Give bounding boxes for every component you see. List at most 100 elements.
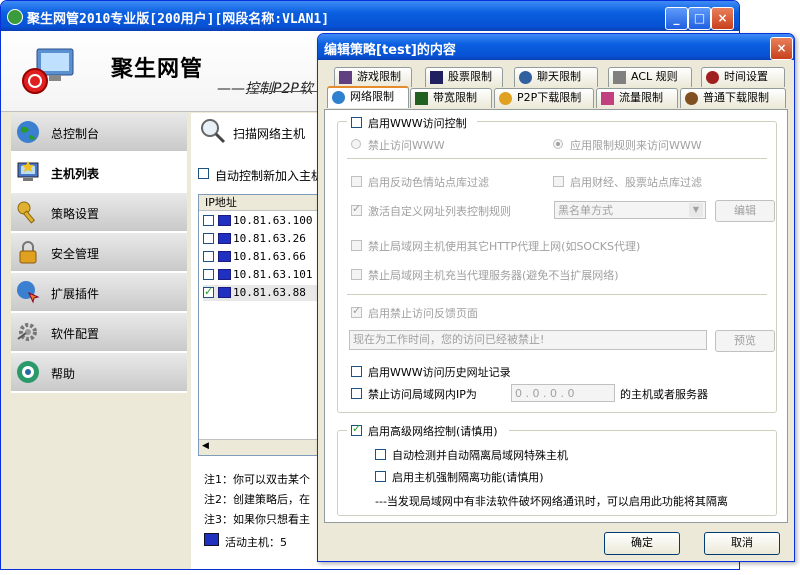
host-checkbox[interactable] <box>203 233 214 244</box>
table-row[interactable]: 10.81.63.26 <box>203 231 321 247</box>
brand-title: 聚生网管 <box>111 57 204 82</box>
proxy-server-ban-label: 禁止局域网主机充当代理服务器(避免不当扩展网络) <box>368 269 619 282</box>
sidebar-item-security[interactable]: 安全管理 <box>11 233 187 273</box>
tab-download[interactable]: 普通下载限制 <box>680 88 786 108</box>
sidebar-item-label: 软件配置 <box>51 327 100 341</box>
ip-list: IP地址 10.81.63.100 10.81.63.26 10.81.63.6… <box>198 194 322 456</box>
proxy-ban-label: 禁止局域网主机使用其它HTTP代理上网(如SOCKS代理) <box>368 240 641 253</box>
auto-control-checkbox[interactable] <box>198 168 209 179</box>
dialog-title: 编辑策略[test]的内容 <box>324 43 456 58</box>
tab-traffic[interactable]: 流量限制 <box>596 88 678 108</box>
table-row[interactable]: 10.81.63.66 <box>203 249 321 265</box>
anti-porn-label: 启用反动色情站点库过滤 <box>368 176 489 189</box>
sidebar-item-label: 帮助 <box>51 367 76 381</box>
tab-acl[interactable]: ACL 规则 <box>608 67 692 87</box>
force-isolate-checkbox[interactable] <box>375 471 386 482</box>
computer-icon <box>218 233 231 244</box>
maximize-button[interactable]: □ <box>688 7 711 30</box>
finance-filter-label: 启用财经、股票站点库过滤 <box>570 176 702 189</box>
host-ip: 10.81.63.26 <box>233 232 306 245</box>
ban-www-label: 禁止访问WWW <box>368 139 445 152</box>
sidebar-item-plugins[interactable]: 扩展插件 <box>11 273 187 313</box>
magnifier-icon <box>201 119 226 144</box>
chevron-down-icon[interactable]: ▼ <box>689 203 703 217</box>
sidebar-item-policy[interactable]: 策略设置 <box>11 193 187 233</box>
sidebar-item-host-list[interactable]: 主机列表 <box>11 153 187 193</box>
table-row[interactable]: 10.81.63.100 <box>203 213 321 229</box>
edit-button[interactable]: 编辑 <box>715 200 775 222</box>
lock-icon <box>19 241 37 264</box>
table-row[interactable]: 10.81.63.88 <box>203 284 321 301</box>
auto-detect-checkbox[interactable] <box>375 449 386 460</box>
sidebar-item-console[interactable]: 总控制台 <box>11 113 187 153</box>
tab-stock[interactable]: 股票限制 <box>425 67 503 87</box>
divider <box>347 294 767 295</box>
host-checkbox[interactable] <box>203 269 214 280</box>
ban-www-radio[interactable] <box>351 139 361 149</box>
host-checkbox[interactable] <box>203 215 214 226</box>
bandwidth-icon <box>415 92 428 105</box>
feedback-label: 启用禁止访问反馈页面 <box>368 307 478 320</box>
edit-policy-dialog: 编辑策略[test]的内容 × 游戏限制 股票限制 聊天限制 ACL 规则 时间… <box>317 33 795 562</box>
dialog-titlebar[interactable]: 编辑策略[test]的内容 × <box>318 34 794 60</box>
feedback-checkbox[interactable] <box>351 304 362 318</box>
custom-list-label: 激活自定义网址列表控制规则 <box>368 205 511 218</box>
scan-hosts-link[interactable]: 扫描网络主机 <box>233 125 305 142</box>
close-button[interactable]: × <box>711 7 734 30</box>
note-1: 注1：你可以双击某个 <box>204 473 310 486</box>
horizontal-scrollbar[interactable]: ◀ <box>199 439 321 455</box>
computer-icon <box>218 269 231 280</box>
host-ip: 10.81.63.88 <box>233 286 306 299</box>
divider <box>347 158 767 159</box>
preview-button[interactable]: 预览 <box>715 330 775 352</box>
network-icon <box>332 91 345 104</box>
key-icon <box>17 201 36 224</box>
proxy-ban-checkbox[interactable] <box>351 240 362 251</box>
isolate-note: ---当发现局域网中有非法软件破坏网络通讯时，可以启用此功能将其隔离 <box>375 495 728 508</box>
host-checkbox[interactable] <box>203 251 214 262</box>
sidebar-item-label: 主机列表 <box>51 167 100 181</box>
tab-p2p[interactable]: P2P下载限制 <box>494 88 594 108</box>
table-row[interactable]: 10.81.63.101 <box>203 267 321 283</box>
ok-button[interactable]: 确定 <box>604 532 680 555</box>
ip-column-header[interactable]: IP地址 <box>199 195 321 211</box>
www-control-checkbox[interactable] <box>351 117 362 128</box>
main-titlebar[interactable]: 聚生网管2010专业版[200用户][网段名称:VLAN1] _ □ × <box>1 1 739 31</box>
advanced-checkbox[interactable] <box>351 422 362 436</box>
computer-icon <box>218 215 231 226</box>
list-mode-select[interactable]: 黑名单方式 ▼ <box>554 201 706 219</box>
scroll-left-icon[interactable]: ◀ <box>202 441 209 451</box>
tab-bandwidth[interactable]: 带宽限制 <box>410 88 492 108</box>
sidebar-item-config[interactable]: 软件配置 <box>11 313 187 353</box>
host-ip: 10.81.63.100 <box>233 214 313 227</box>
active-hosts-count: 活动主机：5 <box>225 536 287 549</box>
tab-network[interactable]: 网络限制 <box>327 86 409 108</box>
sidebar-item-help[interactable]: 帮助 <box>11 353 187 393</box>
tab-time[interactable]: 时间设置 <box>701 67 785 87</box>
lan-ip-ban-checkbox[interactable] <box>351 388 362 399</box>
finance-filter-checkbox[interactable] <box>553 176 564 187</box>
proxy-server-ban-checkbox[interactable] <box>351 269 362 280</box>
sidebar-item-label: 安全管理 <box>51 247 100 261</box>
apply-rules-label: 应用限制规则来访问WWW <box>570 139 702 152</box>
tab-game[interactable]: 游戏限制 <box>334 67 412 87</box>
acl-icon <box>613 71 626 84</box>
config-icon <box>17 323 37 341</box>
tab-chat[interactable]: 聊天限制 <box>514 67 598 87</box>
anti-porn-checkbox[interactable] <box>351 176 362 187</box>
lan-ip-input[interactable]: 0 . 0 . 0 . 0 <box>511 384 615 402</box>
history-checkbox[interactable] <box>351 366 362 377</box>
feedback-text-field[interactable]: 现在为工作时间，您的访问已经被禁止! <box>349 330 707 350</box>
cancel-button[interactable]: 取消 <box>704 532 780 555</box>
force-isolate-label: 启用主机强制隔离功能(请慎用) <box>392 471 544 484</box>
dialog-close-button[interactable]: × <box>770 37 793 60</box>
host-checkbox[interactable] <box>203 284 214 300</box>
custom-list-checkbox[interactable] <box>351 202 362 216</box>
apply-rules-radio[interactable] <box>553 139 563 149</box>
chat-icon <box>519 71 532 84</box>
main-window-title: 聚生网管2010专业版[200用户][网段名称:VLAN1] <box>27 12 330 27</box>
traffic-icon <box>601 92 614 105</box>
game-icon <box>339 71 352 84</box>
minimize-button[interactable]: _ <box>665 7 688 30</box>
sidebar: 总控制台 主机列表 策略设置 安全管理 扩展插件 软件配置 帮助 <box>11 113 187 396</box>
